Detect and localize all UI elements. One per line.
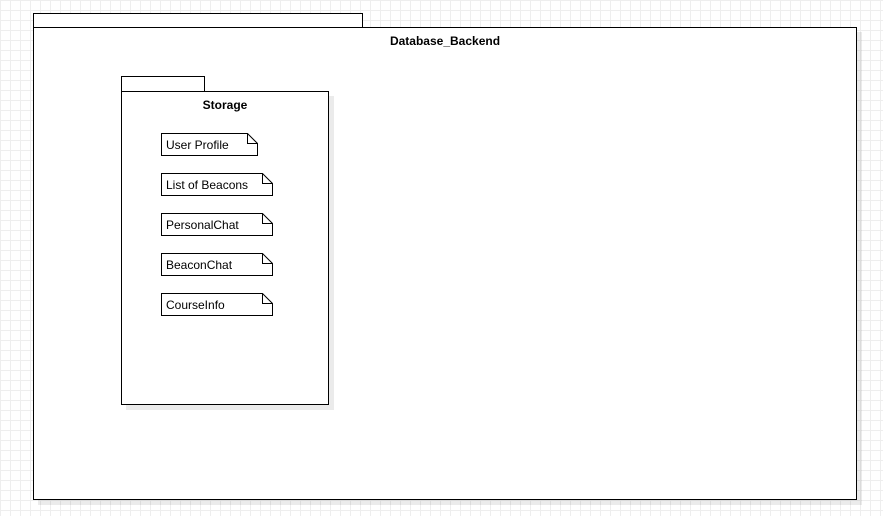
note-list-of-beacons[interactable]: List of Beacons [161, 173, 273, 196]
storage-package-title: Storage [202, 98, 248, 112]
note-label: CourseInfo [166, 298, 225, 312]
note-beacon-chat[interactable]: BeaconChat [161, 253, 273, 276]
note-personal-chat[interactable]: PersonalChat [161, 213, 273, 236]
note-label: User Profile [166, 138, 229, 152]
note-label: List of Beacons [166, 178, 249, 192]
note-course-info[interactable]: CourseInfo [161, 293, 273, 316]
note-label: PersonalChat [166, 218, 239, 232]
note-label: BeaconChat [166, 258, 233, 272]
note-user-profile[interactable]: User Profile [161, 133, 258, 156]
database-backend-package-title: Database_Backend [389, 34, 501, 48]
storage-package-tab[interactable] [121, 76, 205, 92]
database-backend-package-tab[interactable] [33, 13, 363, 28]
